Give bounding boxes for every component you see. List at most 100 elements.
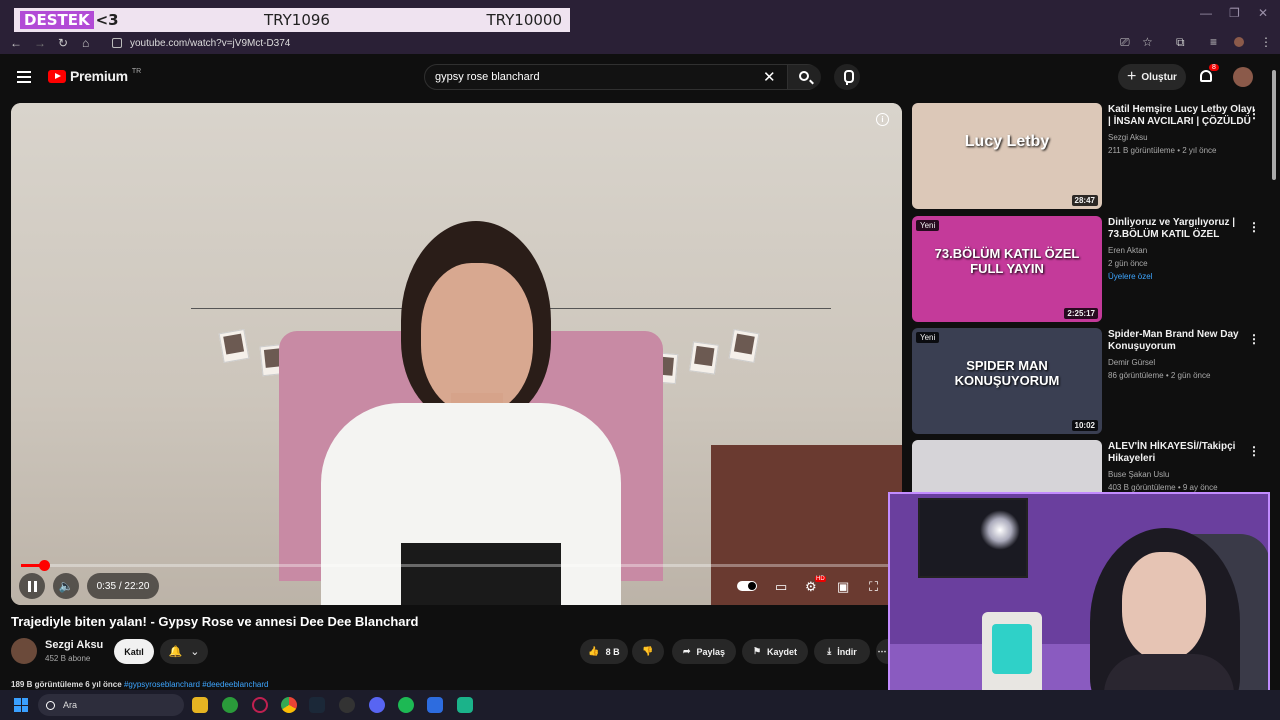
progress-scrubber[interactable]: [38, 560, 50, 571]
donation-current: TRY1096: [264, 11, 330, 29]
search-button[interactable]: [787, 65, 821, 89]
search-icon: [46, 700, 55, 710]
file-explorer-icon[interactable]: [192, 697, 208, 713]
bell-icon: [1200, 70, 1212, 82]
hashtags[interactable]: #gypsyroseblanchard #deedeeblanchard: [124, 680, 269, 689]
close-window-button[interactable]: ✕: [1258, 6, 1268, 20]
app-icon[interactable]: [427, 697, 443, 713]
like-button[interactable]: 👍 8 B: [580, 639, 628, 664]
background-monitor: [918, 498, 1028, 578]
rec-meta: 2 gün önce: [1108, 259, 1148, 268]
info-icon[interactable]: i: [876, 113, 889, 126]
monitor-light: [980, 510, 1020, 550]
subscription-bell-button[interactable]: 🔔 ⌄: [160, 639, 208, 664]
clear-search-icon[interactable]: ✕: [763, 68, 776, 86]
opera-icon[interactable]: [252, 697, 268, 713]
rec-channel[interactable]: Sezgi Aksu: [1108, 133, 1148, 142]
more-options-icon[interactable]: ⋮: [1248, 107, 1260, 121]
voice-search-icon[interactable]: [834, 64, 860, 90]
thumbnail-text: SPIDER MAN KONUŞUYORUM: [954, 358, 1060, 388]
spotify-icon[interactable]: [398, 697, 414, 713]
forward-icon[interactable]: →: [34, 36, 46, 50]
start-icon[interactable]: [14, 698, 28, 712]
miniplayer-icon[interactable]: ▣: [837, 579, 849, 595]
desk-lamp: [982, 612, 1042, 702]
reading-list-icon[interactable]: ≡: [1210, 35, 1217, 49]
save-button[interactable]: ⚑ Kaydet: [742, 639, 808, 664]
rec-title[interactable]: ALEV'İN HİKAYESİ//Takipçi Hikayeleri: [1108, 441, 1258, 465]
join-button[interactable]: Katıl: [114, 639, 154, 664]
rec-channel[interactable]: Buse Şakan Uslu: [1108, 470, 1169, 479]
discord-icon[interactable]: [369, 697, 385, 713]
extensions-icon[interactable]: ⧉: [1176, 35, 1185, 50]
site-info-icon[interactable]: [112, 38, 122, 48]
bookmark-icon: ⚑: [752, 646, 762, 656]
taskbar-search[interactable]: Ara: [38, 694, 184, 716]
scrollbar-thumb[interactable]: [1272, 70, 1276, 180]
back-icon[interactable]: ←: [10, 36, 22, 50]
create-button[interactable]: + Oluştur: [1118, 64, 1186, 90]
browser-menu-icon[interactable]: ⋮: [1260, 35, 1272, 49]
home-icon[interactable]: ⌂: [82, 36, 89, 50]
more-actions-button[interactable]: ⋯: [876, 639, 888, 664]
reload-icon[interactable]: ↻: [58, 36, 68, 50]
bookmark-star-icon[interactable]: ☆: [1142, 35, 1153, 49]
account-avatar[interactable]: [1233, 67, 1253, 87]
share-button[interactable]: ➦ Paylaş: [672, 639, 736, 664]
address-bar-row: ← → ↻ ⌂ youtube.com/watch?v=jV9Mct-D374 …: [0, 32, 1280, 54]
notification-count: 8: [1209, 64, 1219, 71]
profile-avatar[interactable]: [1234, 37, 1244, 47]
speaker-icon: 🔈: [58, 579, 74, 593]
more-options-icon[interactable]: ⋮: [1248, 332, 1260, 346]
pause-button[interactable]: [19, 573, 45, 599]
donation-target: TRY10000: [486, 11, 562, 29]
recommendation-card[interactable]: Lucy Letby 28:47 Katil Hemşire Lucy Letby …: [912, 103, 1272, 209]
video-meta-line[interactable]: 189 B görüntüleme 6 yıl önce #gypsyroseb…: [11, 680, 887, 690]
duration-badge: 28:47: [1071, 195, 1098, 206]
restore-button[interactable]: ❐: [1229, 6, 1240, 20]
notifications-button[interactable]: 8: [1196, 64, 1220, 90]
rec-channel[interactable]: Eren Aktan: [1108, 246, 1147, 255]
video-thumbnail[interactable]: Lucy Letby 28:47: [912, 103, 1102, 209]
minimize-button[interactable]: —: [1200, 6, 1212, 20]
donation-label: DESTEK <3: [20, 11, 119, 29]
autoplay-toggle[interactable]: [737, 581, 757, 591]
donation-goal-overlay: DESTEK <3 TRY1096 TRY10000: [14, 8, 570, 32]
video-player[interactable]: i 🔈 0:35 / 22:20 ▭ ⚙ HD ▣ ⛶: [11, 103, 902, 605]
address-field[interactable]: youtube.com/watch?v=jV9Mct-D374: [106, 34, 1106, 52]
video-thumbnail[interactable]: 73.BÖLÜM KATIL ÖZEL FULL YAYIN 2:25:17 Yen…: [912, 216, 1102, 322]
fullscreen-icon[interactable]: ⛶: [869, 579, 878, 595]
rec-meta: 86 görüntüleme • 2 gün önce: [1108, 371, 1211, 380]
progress-bar[interactable]: [21, 560, 893, 571]
recommendation-card[interactable]: 73.BÖLÜM KATIL ÖZEL FULL YAYIN 2:25:17 Yen…: [912, 216, 1272, 322]
page-scrollbar[interactable]: [1271, 60, 1277, 680]
new-badge: Yeni: [916, 332, 940, 343]
subtitles-icon[interactable]: ▭: [775, 579, 787, 595]
search-input[interactable]: gypsy rose blanchard: [435, 71, 540, 83]
video-thumbnail[interactable]: SPIDER MAN KONUŞUYORUM 10:02 Yeni: [912, 328, 1102, 434]
streamer-webcam: [888, 492, 1270, 714]
more-options-icon[interactable]: ⋮: [1248, 220, 1260, 234]
download-button[interactable]: ⤓ İndir: [814, 639, 870, 664]
rec-channel[interactable]: Demir Gürsel: [1108, 358, 1155, 367]
channel-avatar[interactable]: [11, 638, 37, 664]
recommendation-card[interactable]: SPIDER MAN KONUŞUYORUM 10:02 Yeni Spider-Ma…: [912, 328, 1272, 434]
garland-photo: [218, 328, 250, 364]
steam-icon[interactable]: [309, 697, 325, 713]
dislike-button[interactable]: 👎: [632, 639, 664, 664]
install-app-icon[interactable]: ⎚: [1120, 35, 1130, 50]
chrome-icon[interactable]: [281, 697, 297, 713]
volume-button[interactable]: 🔈: [53, 573, 79, 599]
youtube-logo[interactable]: Premium TR: [48, 68, 141, 84]
download-icon: ⤓: [827, 646, 832, 656]
search-box[interactable]: gypsy rose blanchard ✕: [424, 64, 821, 90]
app-icon-2[interactable]: [457, 697, 473, 713]
rec-title[interactable]: Spider-Man Brand New Day Konuşuyorum: [1108, 329, 1258, 353]
rec-title[interactable]: Katil Hemşire Lucy Letby Olayı | İNSAN A…: [1108, 104, 1258, 128]
obs-icon[interactable]: [339, 697, 355, 713]
menu-icon[interactable]: [17, 71, 31, 83]
xbox-icon[interactable]: [222, 697, 238, 713]
more-options-icon[interactable]: ⋮: [1248, 444, 1260, 458]
channel-name[interactable]: Sezgi Aksu: [45, 639, 103, 651]
rec-title[interactable]: Dinliyoruz ve Yargılıyoruz | 73.BÖLÜM KA…: [1108, 217, 1258, 241]
